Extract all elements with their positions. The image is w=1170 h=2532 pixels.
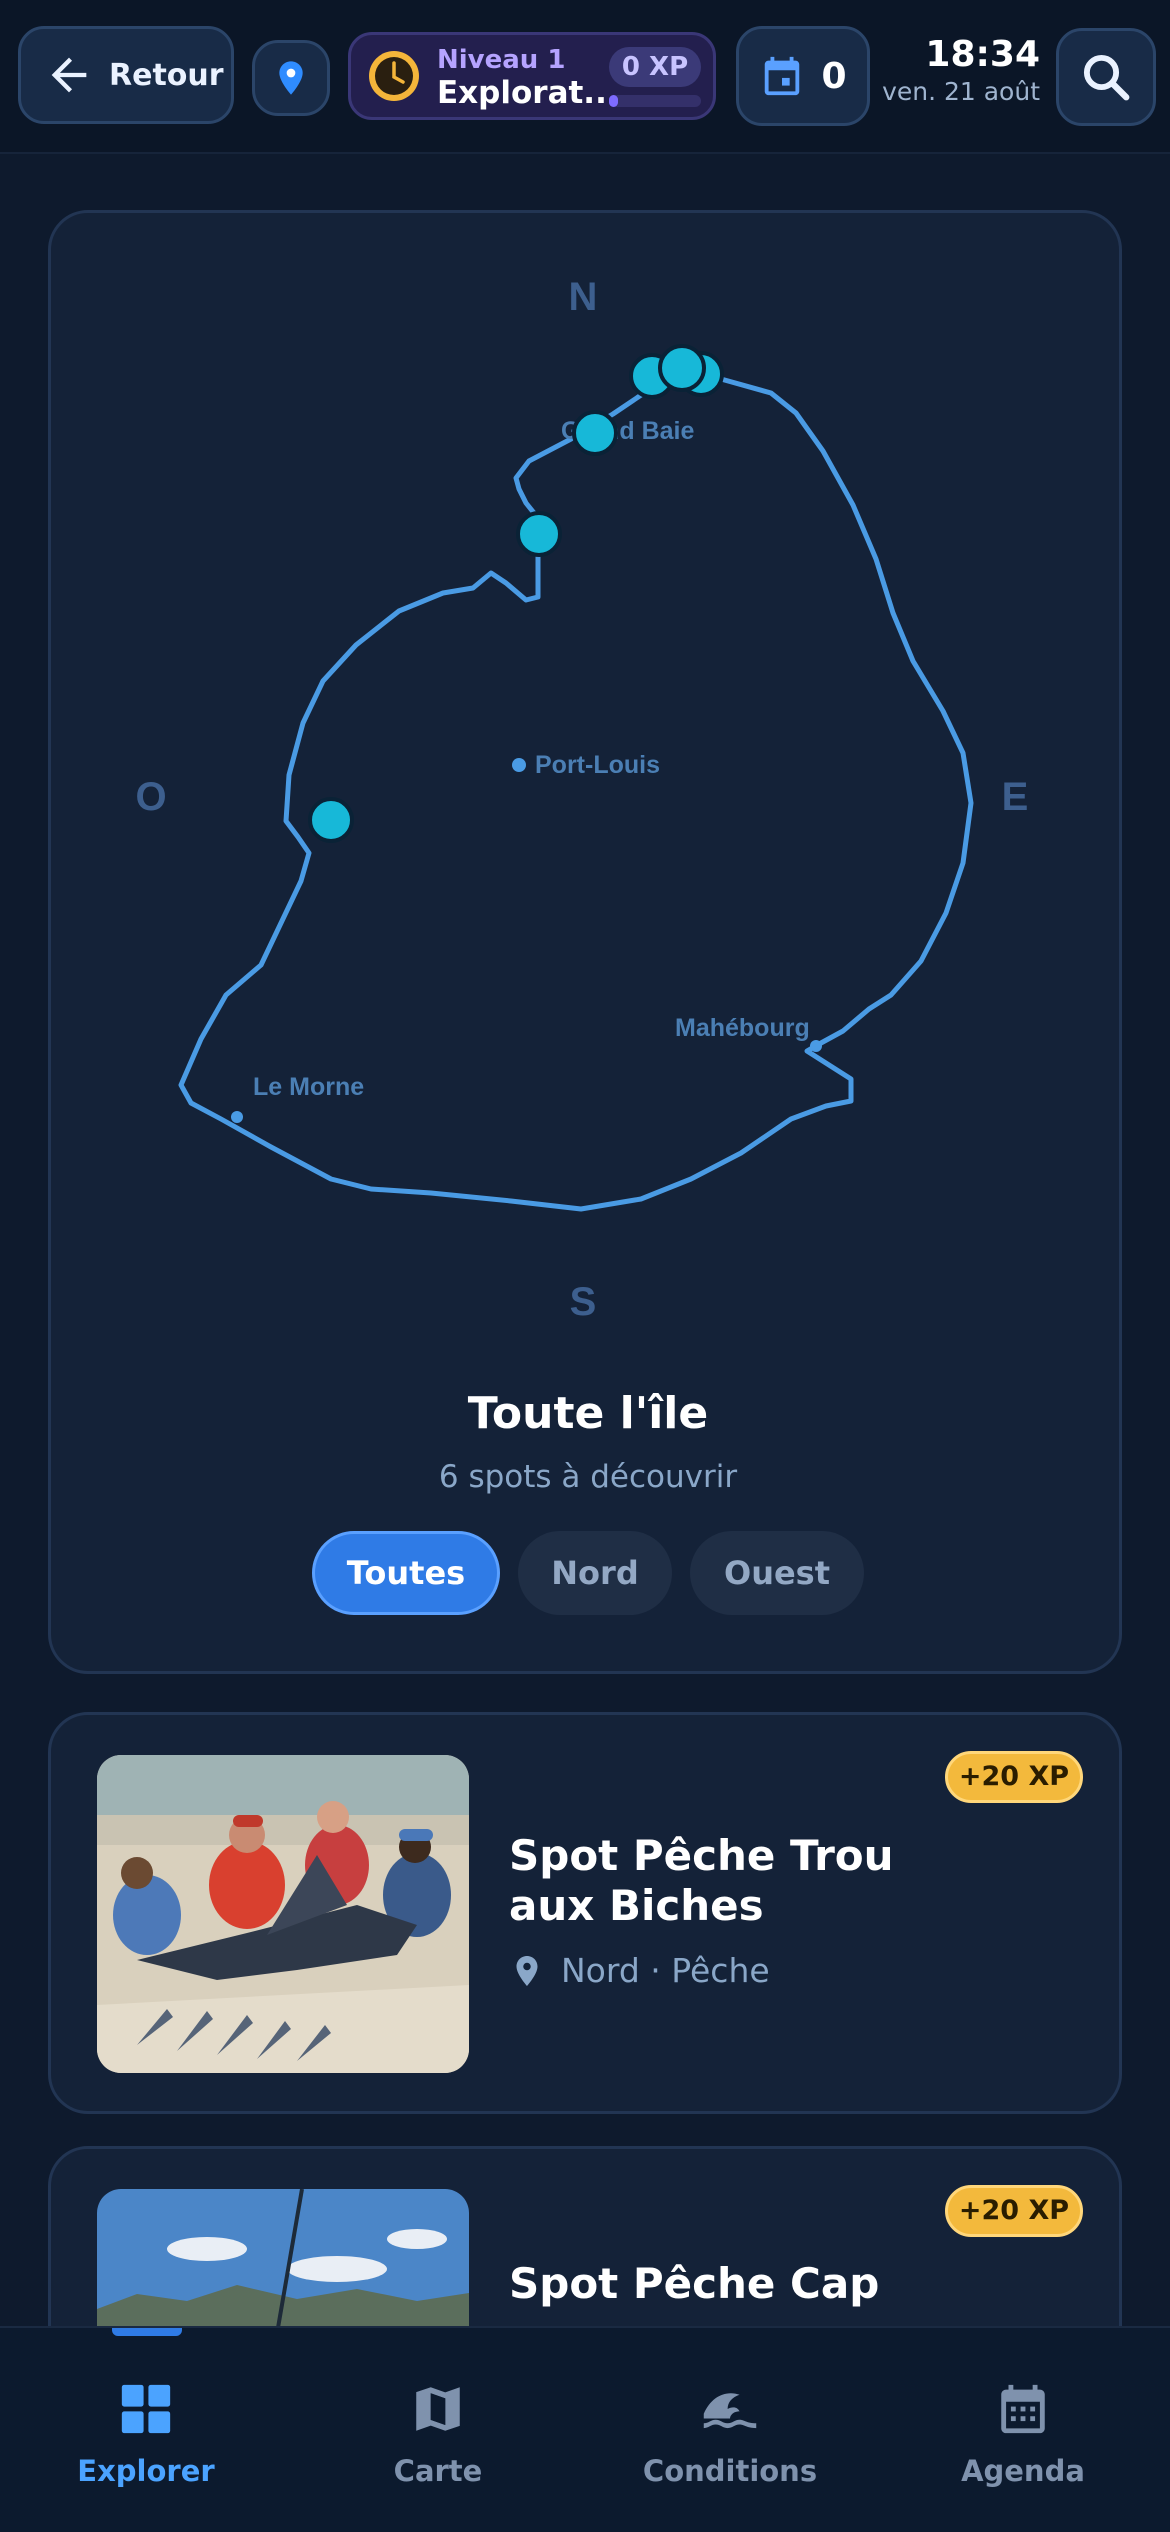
spot-meta: Nord · Pêche (509, 1951, 770, 1990)
active-tab-indicator (112, 2328, 182, 2336)
spot-marker[interactable] (572, 410, 618, 456)
back-button[interactable]: Retour (18, 26, 234, 124)
compass-west: O (135, 775, 166, 819)
nav-tab-explorer[interactable]: Explorer (36, 2374, 256, 2488)
region-subtitle: 6 spots à découvrir (438, 1459, 738, 1495)
search-button[interactable] (1056, 28, 1156, 126)
spot-photo (97, 1755, 469, 2073)
compass-east: E (1002, 775, 1029, 819)
location-button[interactable] (252, 40, 330, 116)
location-pin-icon (516, 1955, 538, 1986)
time-text: 18:34 (925, 34, 1040, 75)
bottom-navigation: Explorer Carte Conditions Agenda (0, 2326, 1170, 2532)
search-icon (1083, 54, 1130, 101)
level-label: Niveau 1 (437, 45, 566, 75)
xp-progress-fill (609, 95, 619, 107)
nav-label: Conditions (642, 2454, 818, 2488)
spot-marker[interactable] (658, 344, 706, 392)
calendar-icon (1001, 2384, 1045, 2434)
datetime: 18:34 ven. 21 août (882, 34, 1040, 106)
filter-chip-nord[interactable]: Nord (518, 1531, 672, 1615)
place-label-le-morne: Le Morne (253, 1073, 364, 1101)
agenda-count: 0 (821, 55, 847, 97)
back-label: Retour (109, 57, 224, 93)
spot-marker[interactable] (516, 511, 562, 557)
arrow-left-icon (51, 57, 87, 93)
compass-north: N (569, 275, 598, 319)
date-text: ven. 21 août (882, 77, 1040, 106)
region-filters: Toutes Nord Ouest (51, 1531, 1125, 1615)
compass-south: S (570, 1280, 597, 1324)
spot-photo-fishing-image (97, 1755, 469, 2073)
spot-card[interactable]: +20 XP Spot Pêche Trou aux Biches Nord ·… (48, 1712, 1122, 2114)
nav-label: Carte (393, 2454, 483, 2488)
clock-icon (369, 51, 419, 101)
nav-tab-agenda[interactable]: Agenda (913, 2374, 1133, 2488)
xp-progress-bar (609, 95, 701, 107)
level-name: Explorat... (437, 75, 619, 111)
place-label-mahebourg: Mahébourg (675, 1014, 810, 1042)
port-louis-dot (512, 758, 526, 772)
xp-reward-badge: +20 XP (945, 1751, 1083, 1803)
grid-icon (121, 2384, 171, 2434)
spot-title: Spot Pêche Cap (509, 2259, 880, 2308)
calendar-icon (765, 56, 800, 96)
nav-label: Explorer (77, 2454, 215, 2488)
spot-marker[interactable] (308, 797, 354, 843)
xp-chip: 0 XP (609, 47, 701, 87)
xp-reward-badge: +20 XP (945, 2185, 1083, 2237)
le-morne-dot (231, 1111, 243, 1123)
wave-icon (703, 2393, 757, 2429)
spot-title: Spot Pêche Trou aux Biches (509, 1831, 894, 1930)
nav-tab-carte[interactable]: Carte (328, 2374, 548, 2488)
island-map[interactable]: N S E O Grand Baie Port-Louis Mahébourg … (51, 213, 1125, 1353)
nav-label: Agenda (961, 2454, 1085, 2488)
map-icon (416, 2387, 460, 2431)
level-badge[interactable]: Niveau 1 Explorat... 0 XP (348, 32, 716, 120)
island-map-card: N S E O Grand Baie Port-Louis Mahébourg … (48, 210, 1122, 1674)
spot-meta-text: Nord · Pêche (561, 1951, 770, 1990)
filter-chip-ouest[interactable]: Ouest (690, 1531, 864, 1615)
filter-chip-toutes[interactable]: Toutes (312, 1531, 500, 1615)
region-title: Toute l'île (467, 1388, 709, 1439)
mahebourg-dot (810, 1040, 822, 1052)
top-bar: Retour Niveau 1 Explorat... 0 XP 0 18:34… (0, 0, 1170, 154)
agenda-count-button[interactable]: 0 (736, 26, 870, 126)
location-pin-icon (279, 61, 303, 95)
nav-tab-conditions[interactable]: Conditions (620, 2374, 840, 2488)
place-label-port-louis: Port-Louis (535, 751, 660, 779)
